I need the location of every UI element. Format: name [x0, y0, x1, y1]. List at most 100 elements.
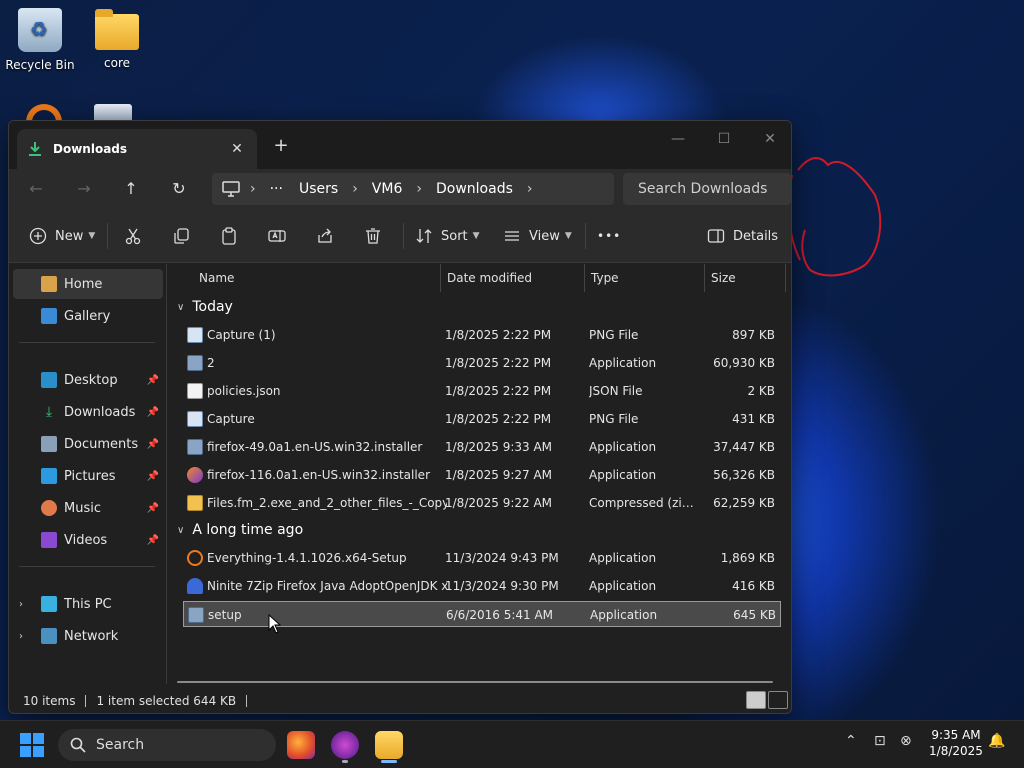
- sidebar-item-network[interactable]: › Network: [13, 621, 163, 651]
- copy-button[interactable]: [170, 221, 192, 251]
- cut-button[interactable]: [122, 221, 144, 251]
- rename-button[interactable]: [266, 221, 288, 251]
- column-divider[interactable]: [704, 264, 705, 292]
- sidebar-item-home[interactable]: Home: [13, 269, 163, 299]
- column-divider[interactable]: [584, 264, 585, 292]
- column-header-type[interactable]: Type: [591, 264, 619, 292]
- table-row[interactable]: firefox-49.0a1.en-US.win32.installer 1/8…: [183, 434, 781, 460]
- pin-icon[interactable]: 📌: [147, 439, 159, 450]
- sidebar-item-music[interactable]: Music 📌: [13, 493, 163, 523]
- column-header-date[interactable]: Date modified: [447, 264, 532, 292]
- back-button[interactable]: ←: [21, 174, 51, 204]
- new-tab-button[interactable]: +: [269, 135, 293, 159]
- column-divider[interactable]: [785, 264, 786, 292]
- tab-downloads[interactable]: Downloads ✕: [17, 129, 257, 169]
- chevron-right-icon[interactable]: ›: [410, 181, 428, 197]
- close-window-button[interactable]: ✕: [747, 125, 791, 153]
- chevron-down-icon: ∨: [177, 524, 185, 536]
- breadcrumb-ellipsis[interactable]: ···: [262, 181, 291, 197]
- column-divider[interactable]: [440, 264, 441, 292]
- table-row[interactable]: Capture 1/8/2025 2:22 PM PNG File 431 KB: [183, 406, 781, 432]
- table-row[interactable]: Capture (1) 1/8/2025 2:22 PM PNG File 89…: [183, 322, 781, 348]
- pin-icon[interactable]: 📌: [147, 535, 159, 546]
- chevron-right-icon[interactable]: ›: [346, 181, 364, 197]
- delete-button[interactable]: [362, 221, 384, 251]
- breadcrumb-downloads[interactable]: Downloads: [428, 181, 521, 197]
- item-count: 10 items: [23, 694, 76, 708]
- breadcrumb-vm6[interactable]: VM6: [364, 181, 411, 197]
- pin-icon[interactable]: 📌: [147, 471, 159, 482]
- refresh-button[interactable]: ↻: [164, 174, 194, 204]
- details-view-toggle[interactable]: [746, 691, 766, 709]
- chevron-right-icon: ›: [250, 181, 256, 197]
- chevron-right-icon[interactable]: ›: [19, 599, 23, 610]
- sidebar-item-label: Documents: [64, 436, 139, 452]
- group-header-long-ago[interactable]: ∨ A long time ago: [177, 518, 303, 542]
- up-button[interactable]: ↑: [116, 174, 146, 204]
- tor-browser-taskbar-icon[interactable]: [331, 731, 359, 759]
- pin-icon[interactable]: 📌: [147, 503, 159, 514]
- table-row[interactable]: firefox-116.0a1.en-US.win32.installer 1/…: [183, 462, 781, 488]
- chevron-right-icon[interactable]: ›: [19, 631, 23, 642]
- new-button[interactable]: New ▼: [27, 221, 95, 251]
- sidebar-item-pictures[interactable]: Pictures 📌: [13, 461, 163, 491]
- sidebar-item-downloads[interactable]: ⤓ Downloads 📌: [13, 397, 163, 427]
- column-header-size[interactable]: Size: [711, 264, 736, 292]
- sidebar-item-this-pc[interactable]: › This PC: [13, 589, 163, 619]
- tiles-view-toggle[interactable]: [768, 691, 788, 709]
- sidebar-item-desktop[interactable]: Desktop 📌: [13, 365, 163, 395]
- table-row[interactable]: 2 1/8/2025 2:22 PM Application 60,930 KB: [183, 350, 781, 376]
- table-row[interactable]: policies.json 1/8/2025 2:22 PM JSON File…: [183, 378, 781, 404]
- column-header-name[interactable]: Name: [199, 264, 234, 292]
- minimize-button[interactable]: —: [655, 125, 701, 153]
- mouse-cursor: [268, 614, 282, 634]
- network-status-icon[interactable]: ⊡: [874, 733, 886, 749]
- start-button[interactable]: [20, 733, 44, 757]
- breadcrumb-users[interactable]: Users: [291, 181, 346, 197]
- firefox-taskbar-icon[interactable]: [287, 731, 315, 759]
- sidebar-item-gallery[interactable]: Gallery: [13, 301, 163, 331]
- image-file-icon: [187, 411, 203, 427]
- scissors-icon: [122, 225, 144, 247]
- share-button[interactable]: [314, 221, 336, 251]
- sidebar-divider: [19, 342, 155, 343]
- plus-circle-icon: [27, 225, 49, 247]
- sort-button[interactable]: Sort ▼: [413, 221, 480, 251]
- desktop-icon-recycle-bin[interactable]: Recycle Bin: [0, 8, 80, 72]
- volume-muted-icon[interactable]: ⊗: [900, 733, 912, 749]
- breadcrumb[interactable]: › ··· Users › VM6 › Downloads ›: [212, 173, 614, 205]
- close-tab-icon[interactable]: ✕: [227, 139, 247, 159]
- search-input[interactable]: [623, 173, 791, 205]
- maximize-button[interactable]: ☐: [701, 125, 747, 153]
- horizontal-scrollbar[interactable]: [177, 681, 773, 683]
- table-row[interactable]: Ninite 7Zip Firefox Java AdoptOpenJDK x.…: [183, 573, 781, 599]
- forward-button[interactable]: →: [69, 174, 99, 204]
- search-icon: [70, 737, 86, 753]
- pin-icon[interactable]: 📌: [147, 375, 159, 386]
- table-row[interactable]: Everything-1.4.1.1026.x64-Setup 11/3/202…: [183, 545, 781, 571]
- view-button[interactable]: View ▼: [501, 221, 572, 251]
- group-header-today[interactable]: ∨ Today: [177, 295, 233, 319]
- table-row[interactable]: Files.fm_2.exe_and_2_other_files_-_Copy …: [183, 490, 781, 516]
- file-type: PNG File: [589, 412, 639, 426]
- details-pane-button[interactable]: Details: [705, 221, 778, 251]
- desktop-icon-core[interactable]: core: [77, 8, 157, 70]
- file-explorer-taskbar-icon[interactable]: [375, 731, 403, 759]
- chevron-down-icon: ▼: [88, 231, 96, 241]
- sidebar-item-documents[interactable]: Documents 📌: [13, 429, 163, 459]
- paste-button[interactable]: [218, 221, 240, 251]
- file-type: Compressed (zipp...: [589, 496, 701, 510]
- desktop-icon: [41, 372, 57, 388]
- system-clock[interactable]: 9:35 AM 1/8/2025: [918, 727, 994, 759]
- notification-bell-icon[interactable]: 🔔: [988, 733, 1005, 749]
- selection-info: 1 item selected 644 KB: [96, 694, 237, 708]
- pin-icon[interactable]: 📌: [147, 407, 159, 418]
- taskbar-search[interactable]: Search: [58, 729, 276, 761]
- more-options-button[interactable]: •••: [597, 221, 621, 251]
- chevron-right-icon[interactable]: ›: [521, 181, 539, 197]
- chevron-down-icon: ▼: [472, 231, 480, 241]
- chevron-up-icon[interactable]: ⌃: [845, 733, 857, 749]
- sidebar-item-videos[interactable]: Videos 📌: [13, 525, 163, 555]
- file-name: Ninite 7Zip Firefox Java AdoptOpenJDK x.…: [207, 579, 447, 593]
- file-date: 11/3/2024 9:30 PM: [445, 579, 559, 593]
